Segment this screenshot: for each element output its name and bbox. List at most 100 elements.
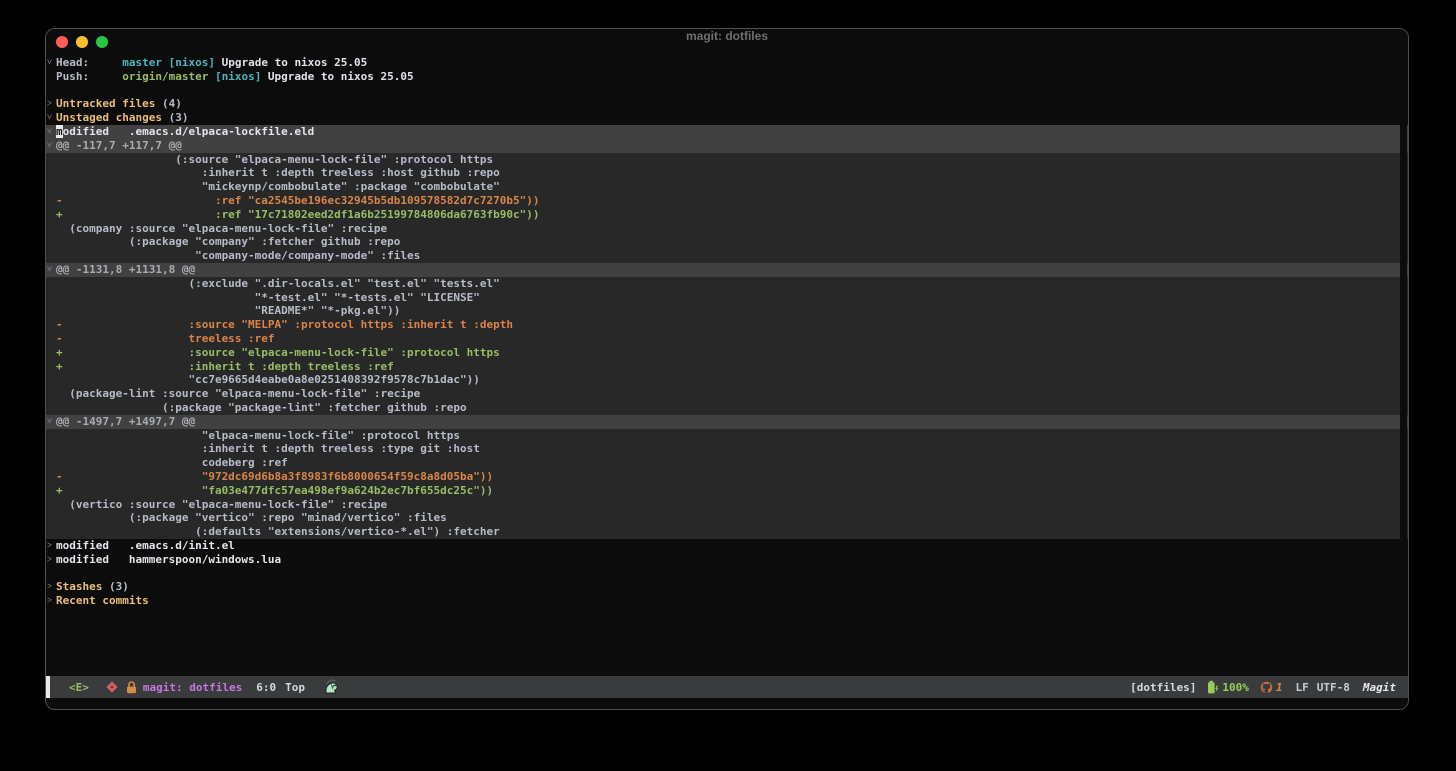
buffer-line[interactable]: "README*" "*-pkg.el")) [46,304,1408,319]
section-recent-commits[interactable]: ˃ Recent commits [46,594,1408,608]
close-button[interactable] [56,36,68,48]
cursor-position: 6:0 [256,680,277,694]
text-segment: (:package "vertico" :repo "minad/vertico… [56,511,447,525]
modeline-buffer-name[interactable]: magit: dotfiles [143,681,242,694]
buffer-line[interactable]: ˅ Head: master [nixos] Upgrade to nixos 2… [46,56,1408,70]
buffer-line[interactable]: Push: origin/master [nixos] Upgrade to n… [46,70,1408,84]
text-segment: Upgrade to nixos 25.05 [214,56,368,69]
buffer-line[interactable] [46,566,1408,580]
text-segment: "README*" "*-pkg.el")) [56,304,401,318]
buffer-line[interactable]: (package-lint :source "elpaca-menu-lock-… [46,387,1408,401]
text-segment: + :source "elpaca-menu-lock-file" :proto… [56,345,500,359]
buffer-line[interactable]: "company-mode/company-mode" :files [46,249,1408,263]
text-segment: - :ref "ca2545be196ec32945b5db109578582d… [56,193,540,207]
text-segment: Push: [56,69,123,83]
modeline-accent-bar [46,676,50,698]
buffer-line[interactable]: "mickeynp/combobulate" :package "combobu… [46,180,1408,194]
text-segment: Recent commits [56,594,149,608]
buffer-line[interactable]: + :inherit t :depth treeless :ref [46,359,1408,374]
buffer-line[interactable]: - :source "MELPA" :protocol https :inher… [46,318,1408,332]
buffer-line[interactable]: codeberg :ref [46,456,1408,470]
buffer-line[interactable]: + :ref "17c71802eed2df1a6b25199784806da6… [46,207,1408,222]
hunk-header[interactable]: ˅ @@ -1131,8 +1131,8 @@ [46,262,1408,277]
text-segment: modified hammerspoon/windows.lua [56,552,282,566]
text-segment: modified .emacs.d/init.el [56,538,235,552]
text-segment: :inherit t :depth treeless :type git :ho… [56,442,480,456]
buffer-line[interactable]: - treeless :ref [46,331,1408,346]
buffer[interactable]: ˅ Head: master [nixos] Upgrade to nixos 2… [46,56,1408,608]
echo-area[interactable] [46,698,1408,709]
minimize-button[interactable] [76,36,88,48]
buffer-line[interactable]: (:exclude ".dir-locals.el" "test.el" "te… [46,276,1408,291]
text-segment: [nixos] [168,56,215,69]
text-segment: @@ -1497,7 +1497,7 @@ [56,414,196,428]
text-segment: @@ -117,7 +117,7 @@ [56,138,182,152]
evil-state-indicator: <E> [69,680,89,694]
text-segment: [nixos] [214,69,262,83]
text-segment: Head: [56,56,123,69]
buffer-line[interactable]: (:package "company" :fetcher github :rep… [46,235,1408,250]
text-segment: + "fa03e477dfc57ea498ef9a624b2ec7bf655dc… [56,483,494,497]
lock-icon [126,680,137,694]
github-group[interactable]: 1 [1260,681,1283,694]
text-segment: (3) [102,580,129,594]
pet-icon [322,679,342,695]
text-segment: "mickeynp/combobulate" :package "combobu… [56,180,500,194]
buffer-line[interactable]: + "fa03e477dfc57ea498ef9a624b2ec7bf655dc… [46,483,1408,498]
buffer-line[interactable]: "cc7e9665d4eabe0a8e0251408392f9578c7b1da… [46,373,1408,388]
buffer-line[interactable]: (:package "vertico" :repo "minad/vertico… [46,511,1408,526]
battery-group: 100% [1207,680,1249,694]
buffer-line[interactable]: :inherit t :depth treeless :host github … [46,166,1408,181]
buffer-line[interactable]: + :source "elpaca-menu-lock-file" :proto… [46,345,1408,360]
section-unstaged-changes[interactable]: ˅ Unstaged changes (3) [46,111,1408,125]
text-segment [162,56,169,69]
text-segment: codeberg :ref [56,456,288,470]
text-segment: master [122,56,162,69]
text-segment: + :inherit t :depth treeless :ref [56,359,394,373]
scrollbar[interactable] [1400,56,1407,676]
text-segment: (4) [155,97,182,111]
buffer-line[interactable] [46,84,1408,98]
text-segment: - :source "MELPA" :protocol https :inher… [56,318,513,332]
chevron-right-icon[interactable]: ˃ [47,595,56,609]
text-segment: Upgrade to nixos 25.05 [261,69,414,83]
section-untracked-files[interactable]: ˃ Untracked files (4) [46,97,1408,111]
github-notification-count: 1 [1275,680,1283,694]
text-segment: (package-lint :source "elpaca-menu-lock-… [56,387,421,401]
text-segment [208,70,215,83]
text-segment: (vertico :source "elpaca-menu-lock-file"… [56,497,388,511]
text-segment: :inherit t :depth treeless :host github … [56,166,500,180]
hunk-header[interactable]: ˅ @@ -117,7 +117,7 @@ [46,138,1408,153]
buffer-line[interactable]: :inherit t :depth treeless :type git :ho… [46,442,1408,457]
buffer-line[interactable]: (vertico :source "elpaca-menu-lock-file"… [46,497,1408,512]
buffer-line[interactable]: - :ref "ca2545be196ec32945b5db109578582d… [46,193,1408,208]
text-segment: Stashes [56,580,103,594]
buffer-line[interactable]: (:defaults "extensions/vertico-*.el") :f… [46,525,1408,539]
section-stashes[interactable]: ˃ Stashes (3) [46,580,1408,594]
text-segment: odified .emacs.d/elpaca-lockfile.eld [62,124,315,138]
text-segment: "elpaca-menu-lock-file" :protocol https [56,428,460,442]
buffer-line[interactable]: "*-test.el" "*-tests.el" "LICENSE" [46,290,1408,305]
buffer-line[interactable]: - "972dc69d6b8a3f8983f6b8000654f59c8a8d0… [46,469,1408,484]
text-segment: origin/master [122,69,209,83]
major-mode-indicator[interactable]: Magit [1363,681,1396,694]
text-segment: - treeless :ref [56,331,275,345]
buffer-line[interactable]: (:package "package-lint" :fetcher github… [46,400,1408,415]
text-segment: Untracked files [56,97,156,111]
hunk-header[interactable]: ˅ @@ -1497,7 +1497,7 @@ [46,414,1408,429]
file-section-header[interactable]: ˃ modified hammerspoon/windows.lua [46,553,1408,567]
github-icon [1260,681,1273,694]
file-section-header[interactable]: ˃ modified .emacs.d/init.el [46,539,1408,553]
file-section-header[interactable]: ˅ modified .emacs.d/elpaca-lockfile.eld [46,124,1408,139]
buffer-line[interactable]: (:source "elpaca-menu-lock-file" :protoc… [46,152,1408,167]
text-segment: (:defaults "extensions/vertico-*.el") :f… [56,525,500,539]
project-badge: [dotfiles] [1130,680,1197,694]
buffer-line[interactable]: (company :source "elpaca-menu-lock-file"… [46,221,1408,236]
eol-indicator: LF [1295,680,1309,694]
text-cursor: m [56,124,63,138]
titlebar[interactable]: magit: dotfiles [46,29,1408,55]
zoom-button[interactable] [96,36,108,48]
text-segment: "cc7e9665d4eabe0a8e0251408392f9578c7b1da… [56,373,480,387]
buffer-line[interactable]: "elpaca-menu-lock-file" :protocol https [46,428,1408,443]
text-segment: + :ref "17c71802eed2df1a6b25199784806da6… [56,207,540,221]
